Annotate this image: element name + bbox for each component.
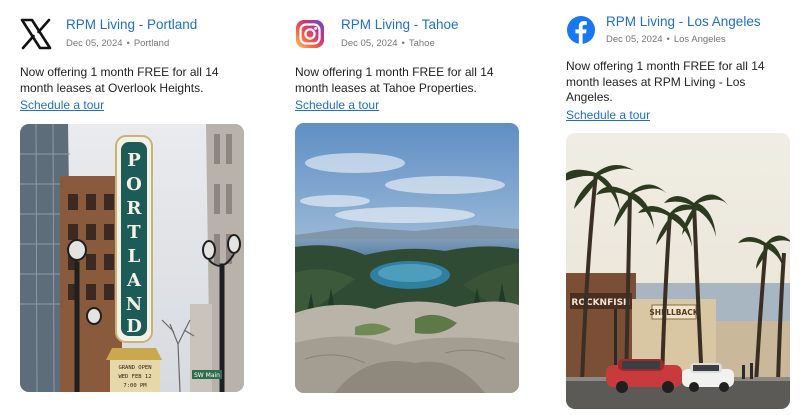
x-logo-icon <box>20 18 52 50</box>
post-text: Now offering 1 month FREE for all 14 mon… <box>566 59 765 104</box>
post-card-portland: RPM Living - Portland Dec 05, 2024 • Portl… <box>20 0 244 392</box>
marquee-line: 7:00 PM <box>123 383 147 389</box>
account-name[interactable]: RPM Living - Tahoe <box>341 17 459 32</box>
sign-letter: D <box>126 316 142 337</box>
post-location: Los Angeles <box>673 34 726 45</box>
shop-sign: ROCKNFISH <box>571 298 630 308</box>
post-photo[interactable]: P O R T L A N D GRAND OPEN WED FEB 12 7:… <box>20 124 244 392</box>
sign-letter: P <box>127 150 141 171</box>
account-name[interactable]: RPM Living - Portland <box>66 17 197 32</box>
post-card-los-angeles: RPM Living - Los Angeles Dec 05, 2024 • Lo… <box>566 0 790 409</box>
shop-sign: SHELLBACK <box>649 308 699 317</box>
post-meta: Dec 05, 2024 • Portland <box>66 38 170 49</box>
sign-letter: O <box>126 174 142 195</box>
post-meta: Dec 05, 2024 • Los Angeles <box>606 34 726 45</box>
sign-letter: T <box>127 222 141 243</box>
post-date: Dec 05, 2024 <box>341 38 398 49</box>
facebook-logo-icon <box>566 15 598 47</box>
post-meta: Dec 05, 2024 • Tahoe <box>341 38 435 49</box>
schedule-tour-link[interactable]: Schedule a tour <box>20 98 104 113</box>
post-header: RPM Living - Tahoe Dec 05, 2024 • Tahoe <box>295 0 519 52</box>
post-text: Now offering 1 month FREE for all 14 mon… <box>295 65 494 95</box>
instagram-logo-icon <box>295 18 327 50</box>
street-sign: SW Main <box>194 372 220 379</box>
schedule-tour-link[interactable]: Schedule a tour <box>566 108 650 123</box>
post-photo[interactable] <box>295 123 519 393</box>
marquee-line: GRAND OPEN <box>118 365 151 371</box>
post-card-tahoe: RPM Living - Tahoe Dec 05, 2024 • Tahoe No… <box>295 0 519 393</box>
sign-letter: A <box>126 270 142 291</box>
post-location: Portland <box>133 38 170 49</box>
post-location: Tahoe <box>408 38 435 49</box>
marquee-line: WED FEB 12 <box>118 374 151 380</box>
post-header: RPM Living - Portland Dec 05, 2024 • Portl… <box>20 0 244 52</box>
sign-letter: R <box>127 198 143 219</box>
post-date: Dec 05, 2024 <box>606 34 663 45</box>
sign-letter: N <box>126 294 142 315</box>
post-photo[interactable]: ROCKNFISH SHELLBACK <box>566 132 790 409</box>
post-header: RPM Living - Los Angeles Dec 05, 2024 • Lo… <box>566 0 790 52</box>
account-name[interactable]: RPM Living - Los Angeles <box>606 14 761 29</box>
post-text: Now offering 1 month FREE for all 14 mon… <box>20 65 219 95</box>
sign-letter: L <box>128 246 141 267</box>
schedule-tour-link[interactable]: Schedule a tour <box>295 98 379 113</box>
post-date: Dec 05, 2024 <box>66 38 123 49</box>
